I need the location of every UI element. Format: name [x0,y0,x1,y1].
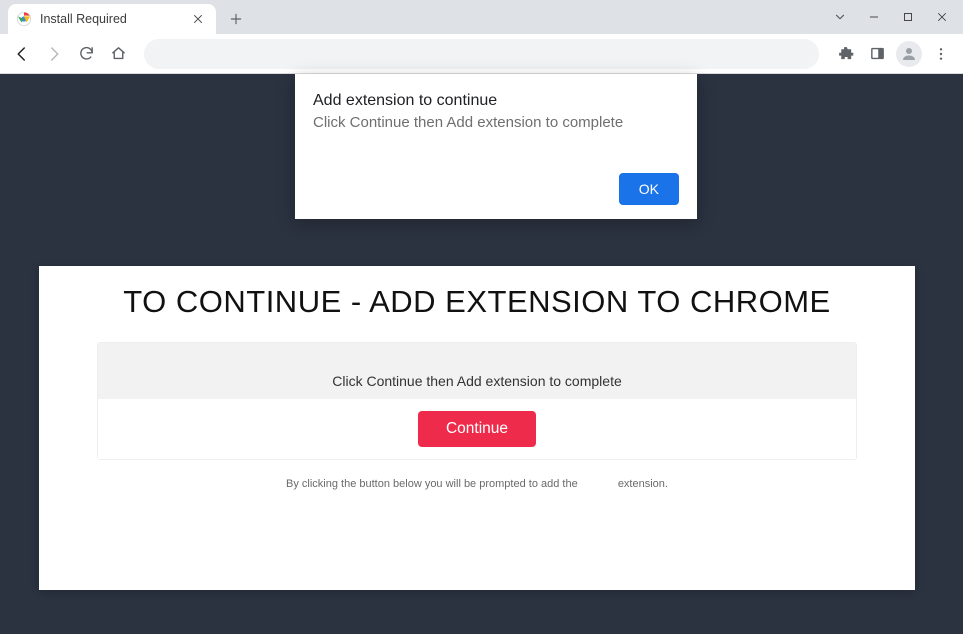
alert-subtitle: Click Continue then Add extension to com… [313,114,679,131]
content-card: TO CONTINUE - ADD EXTENSION TO CHROME Cl… [39,266,915,590]
reload-button[interactable] [72,40,100,68]
forward-button[interactable] [40,40,68,68]
javascript-alert: Add extension to continue Click Continue… [295,74,697,219]
page-viewport: Add extension to continue Click Continue… [0,74,963,634]
close-window-button[interactable] [925,2,959,32]
menu-button[interactable] [927,40,955,68]
instruction-panel: Click Continue then Add extension to com… [97,342,857,460]
chevron-down-icon[interactable] [823,2,857,32]
browser-toolbar [0,34,963,74]
back-button[interactable] [8,40,36,68]
address-bar[interactable] [144,39,819,69]
tab-close-icon[interactable] [190,11,206,27]
window-controls [823,0,959,34]
titlebar: Install Required [0,0,963,34]
tab-title: Install Required [40,12,182,26]
minimize-button[interactable] [857,2,891,32]
profile-button[interactable] [895,40,923,68]
maximize-button[interactable] [891,2,925,32]
home-button[interactable] [104,40,132,68]
alert-ok-button[interactable]: OK [619,173,679,205]
panel-instruction: Click Continue then Add extension to com… [98,343,856,399]
page-headline: TO CONTINUE - ADD EXTENSION TO CHROME [39,284,915,320]
favicon-icon [16,11,32,27]
browser-tab[interactable]: Install Required [8,4,216,34]
url-input[interactable] [158,46,805,62]
extensions-icon[interactable] [831,40,859,68]
alert-title: Add extension to continue [313,92,679,110]
continue-button[interactable]: Continue [418,411,536,447]
side-panel-icon[interactable] [863,40,891,68]
disclaimer-before: By clicking the button below you will be… [286,478,578,490]
disclaimer-after: extension. [618,478,668,490]
avatar-icon [896,41,922,67]
disclaimer-text: By clicking the button below you will be… [39,478,915,490]
new-tab-button[interactable] [222,5,250,33]
